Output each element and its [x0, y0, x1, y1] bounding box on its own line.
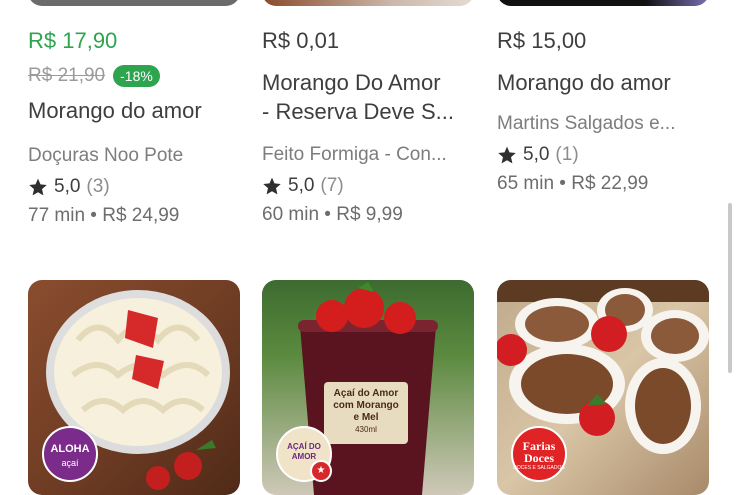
product-title: Morango Do Amor - Reserva Deve S... [262, 70, 454, 124]
product-image-top-1[interactable] [28, 0, 240, 6]
rating-value: 5,0 [523, 144, 550, 165]
rating-count: (3) [86, 176, 110, 197]
logo-subtext: DOCES E SALGADOS [513, 465, 565, 471]
logo-subtext: açaí [61, 458, 79, 468]
old-price-row: R$ 21,90 -18% [28, 64, 243, 88]
product-price: R$ 17,90 [28, 28, 118, 53]
favorite-badge[interactable]: ★ [310, 460, 332, 482]
cup-label: Açaí do Amor com Morango e Mel 430ml [324, 382, 408, 444]
star-icon [29, 178, 47, 196]
product-price: R$ 0,01 [262, 28, 340, 53]
product-card[interactable]: R$ 15,00 Morango do amor Martins Salgado… [497, 28, 712, 195]
old-price: R$ 21,90 [28, 65, 106, 86]
product-title: Morango do amor [497, 70, 671, 95]
cup-label-text: Açaí do Amor com Morango e Mel [333, 388, 399, 423]
rating-row: 5,0 (1) [497, 144, 712, 166]
star-icon [498, 146, 516, 164]
delivery-info: 77 min • R$ 24,99 [28, 205, 180, 226]
store-logo: ALOHA açaí [42, 426, 98, 482]
product-price: R$ 15,00 [497, 28, 587, 53]
star-icon: ★ [316, 465, 326, 476]
logo-text: ALOHA [50, 443, 90, 455]
store-logo: Farias Doces DOCES E SALGADOS [511, 426, 567, 482]
logo-text: Farias Doces [522, 439, 556, 465]
product-image-top-3[interactable] [497, 0, 709, 6]
product-title: Morango do amor [28, 98, 202, 123]
product-image[interactable]: Açaí do Amor com Morango e Mel 430ml AÇA… [262, 280, 474, 495]
rating-value: 5,0 [54, 176, 81, 197]
rating-count: (1) [555, 144, 579, 165]
rating-count: (7) [320, 175, 344, 196]
store-name: Feito Formiga - Con... [262, 144, 447, 165]
store-name: Doçuras Noo Pote [28, 145, 184, 166]
delivery-info: 60 min • R$ 9,99 [262, 204, 403, 225]
product-image[interactable]: ALOHA açaí [28, 280, 240, 495]
star-icon [263, 177, 281, 195]
product-card[interactable]: R$ 17,90 R$ 21,90 -18% Morango do amor D… [28, 28, 243, 227]
product-card[interactable]: R$ 0,01 Morango Do Amor - Reserva Deve S… [262, 28, 477, 226]
rating-row: 5,0 (7) [262, 175, 477, 197]
cup-volume: 430ml [355, 425, 377, 434]
rating-row: 5,0 (3) [28, 176, 243, 198]
store-name: Martins Salgados e... [497, 113, 676, 134]
logo-text: AÇAÍ DO AMOR [287, 442, 321, 461]
rating-value: 5,0 [288, 175, 315, 196]
scrollbar[interactable] [728, 203, 732, 373]
delivery-info: 65 min • R$ 22,99 [497, 173, 649, 194]
discount-badge: -18% [113, 65, 160, 87]
product-image[interactable]: Farias Doces DOCES E SALGADOS [497, 280, 709, 495]
product-image-top-2[interactable] [262, 0, 474, 6]
